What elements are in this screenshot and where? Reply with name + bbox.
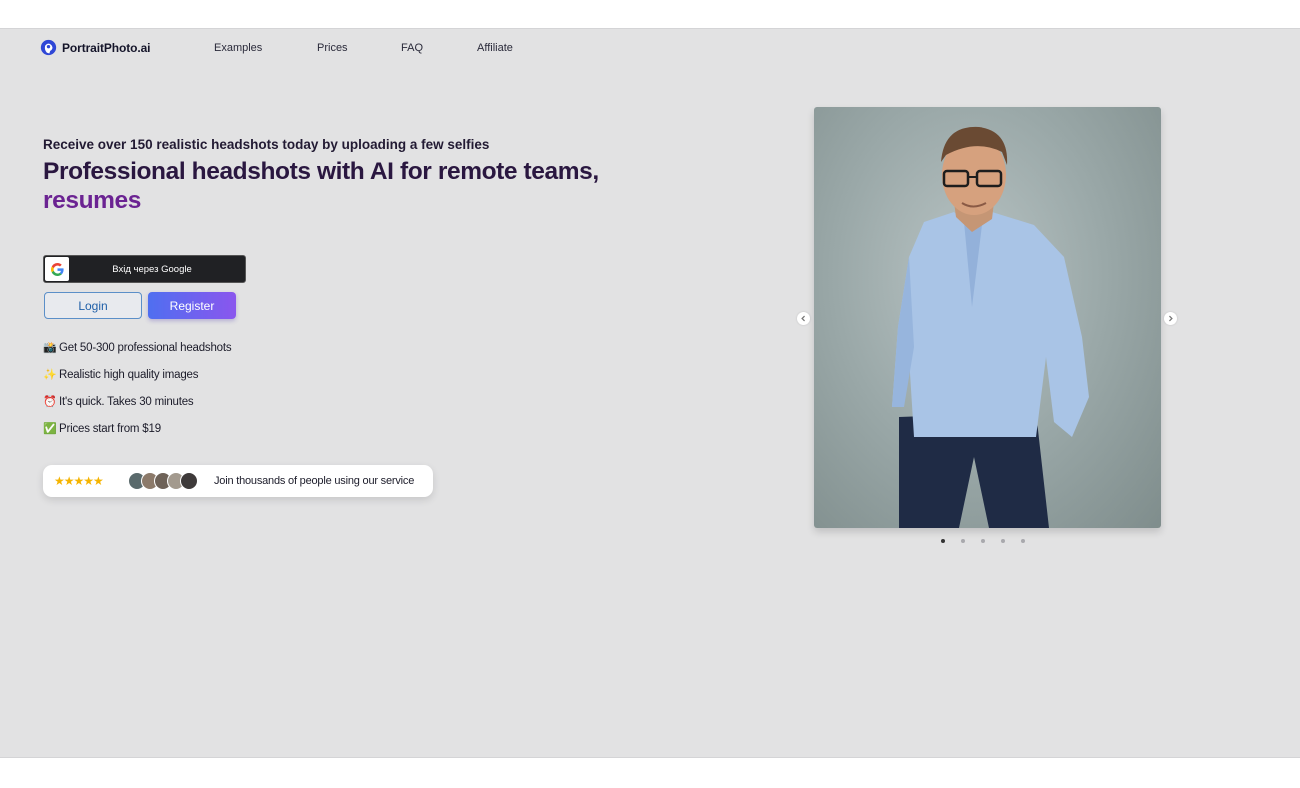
feature-item: ✅ Prices start from $19 xyxy=(43,423,161,435)
chevron-right-icon xyxy=(1169,315,1173,322)
carousel-pagination xyxy=(941,539,1025,543)
chevron-left-icon xyxy=(801,315,805,322)
carousel-dot[interactable] xyxy=(941,539,945,543)
feature-item: ⏰ It's quick. Takes 30 minutes xyxy=(43,396,194,408)
feature-item: 📸 Get 50-300 professional headshots xyxy=(43,342,232,354)
carousel-dot[interactable] xyxy=(1021,539,1025,543)
carousel-dot[interactable] xyxy=(1001,539,1005,543)
headline-accent: resumes xyxy=(43,187,141,214)
headshot-image xyxy=(892,126,1089,528)
carousel-prev-button[interactable] xyxy=(797,312,810,325)
landing-page: PortraitPhoto.ai Examples Prices FAQ Aff… xyxy=(0,28,1300,758)
google-signin-label: Вхід через Google xyxy=(112,263,192,275)
camera-icon: 📸 xyxy=(43,342,57,354)
avatar xyxy=(180,472,198,490)
social-proof-badge: ★★★★★ Join thousands of people using our… xyxy=(43,465,433,497)
brain-logo-icon xyxy=(40,39,57,56)
hero-headline: Professional headshots with AI for remot… xyxy=(43,157,599,215)
brand-logo[interactable]: PortraitPhoto.ai xyxy=(40,39,151,56)
headline-main: Professional headshots with AI for remot… xyxy=(43,158,599,185)
brand-name: PortraitPhoto.ai xyxy=(62,40,151,55)
google-icon xyxy=(45,257,69,281)
carousel-dot[interactable] xyxy=(961,539,965,543)
carousel-dot[interactable] xyxy=(981,539,985,543)
social-proof-text: Join thousands of people using our servi… xyxy=(214,475,415,487)
nav-affiliate[interactable]: Affiliate xyxy=(477,42,513,54)
check-mark-icon: ✅ xyxy=(43,423,57,435)
feature-item: ✨ Realistic high quality images xyxy=(43,369,199,381)
user-avatars xyxy=(128,472,206,490)
carousel-slide[interactable] xyxy=(814,107,1161,528)
login-button[interactable]: Login xyxy=(44,292,142,319)
google-signin-button[interactable]: Вхід через Google xyxy=(43,255,246,283)
feature-list: 📸 Get 50-300 professional headshots ✨ Real… xyxy=(43,341,232,449)
star-rating-icon: ★★★★★ xyxy=(54,474,104,488)
hero-subheadline: Receive over 150 realistic headshots tod… xyxy=(43,137,490,152)
carousel-next-button[interactable] xyxy=(1164,312,1177,325)
nav-faq[interactable]: FAQ xyxy=(401,42,423,54)
register-button[interactable]: Register xyxy=(148,292,236,319)
nav-prices[interactable]: Prices xyxy=(317,42,348,54)
alarm-clock-icon: ⏰ xyxy=(43,396,57,408)
nav-examples[interactable]: Examples xyxy=(214,42,262,54)
sparkles-icon: ✨ xyxy=(43,369,57,381)
